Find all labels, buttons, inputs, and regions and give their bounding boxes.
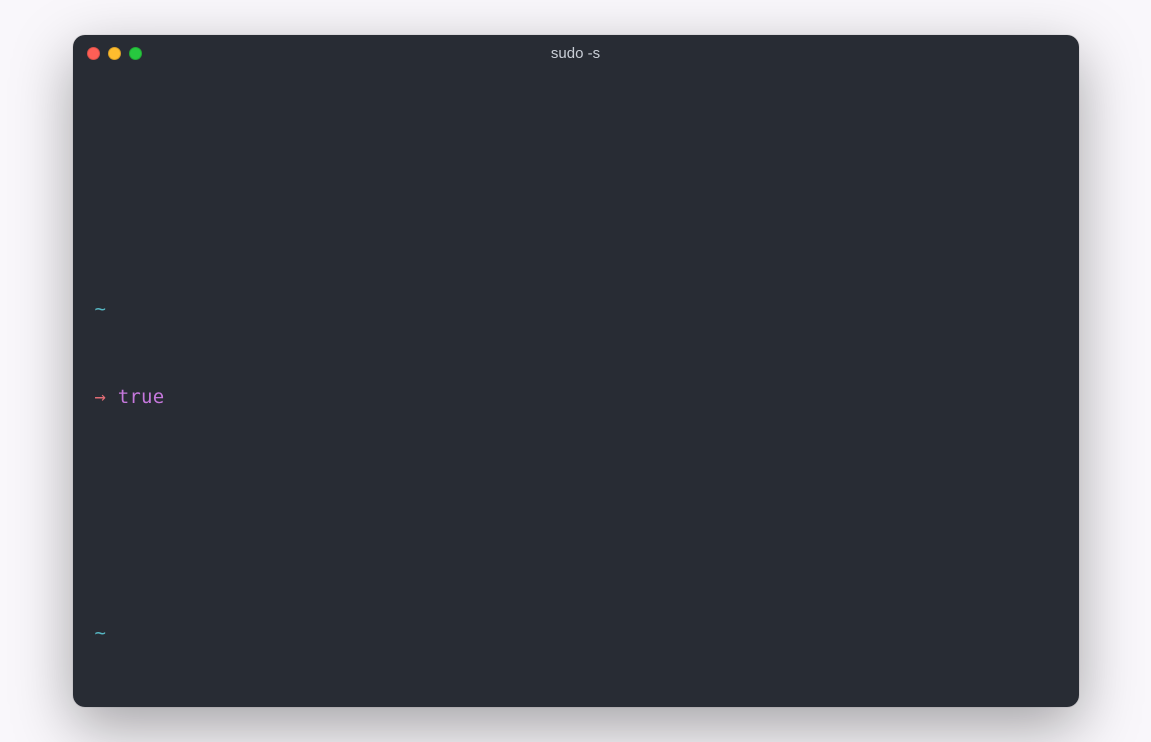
path-tilde: ~ — [95, 622, 107, 644]
blank-line — [95, 148, 1057, 177]
terminal-body[interactable]: ~ → true ~ → false ~ → cd Dotfiles ~/Dot… — [73, 71, 1079, 707]
traffic-lights — [87, 47, 142, 60]
prompt-path-line: ~ — [95, 295, 1057, 324]
prompt-cmd-line: → true — [95, 383, 1057, 412]
fullscreen-icon[interactable] — [129, 47, 142, 60]
terminal-window: sudo -s ~ → true ~ → false ~ → cd Dotfil… — [73, 35, 1079, 707]
prompt-arrow-icon: → — [95, 386, 107, 408]
prompt-path-line: ~ — [95, 619, 1057, 648]
blank-line — [95, 472, 1057, 501]
close-icon[interactable] — [87, 47, 100, 60]
titlebar: sudo -s — [73, 35, 1079, 71]
minimize-icon[interactable] — [108, 47, 121, 60]
window-title: sudo -s — [73, 45, 1079, 62]
path-tilde: ~ — [95, 298, 107, 320]
command: true — [118, 386, 165, 408]
